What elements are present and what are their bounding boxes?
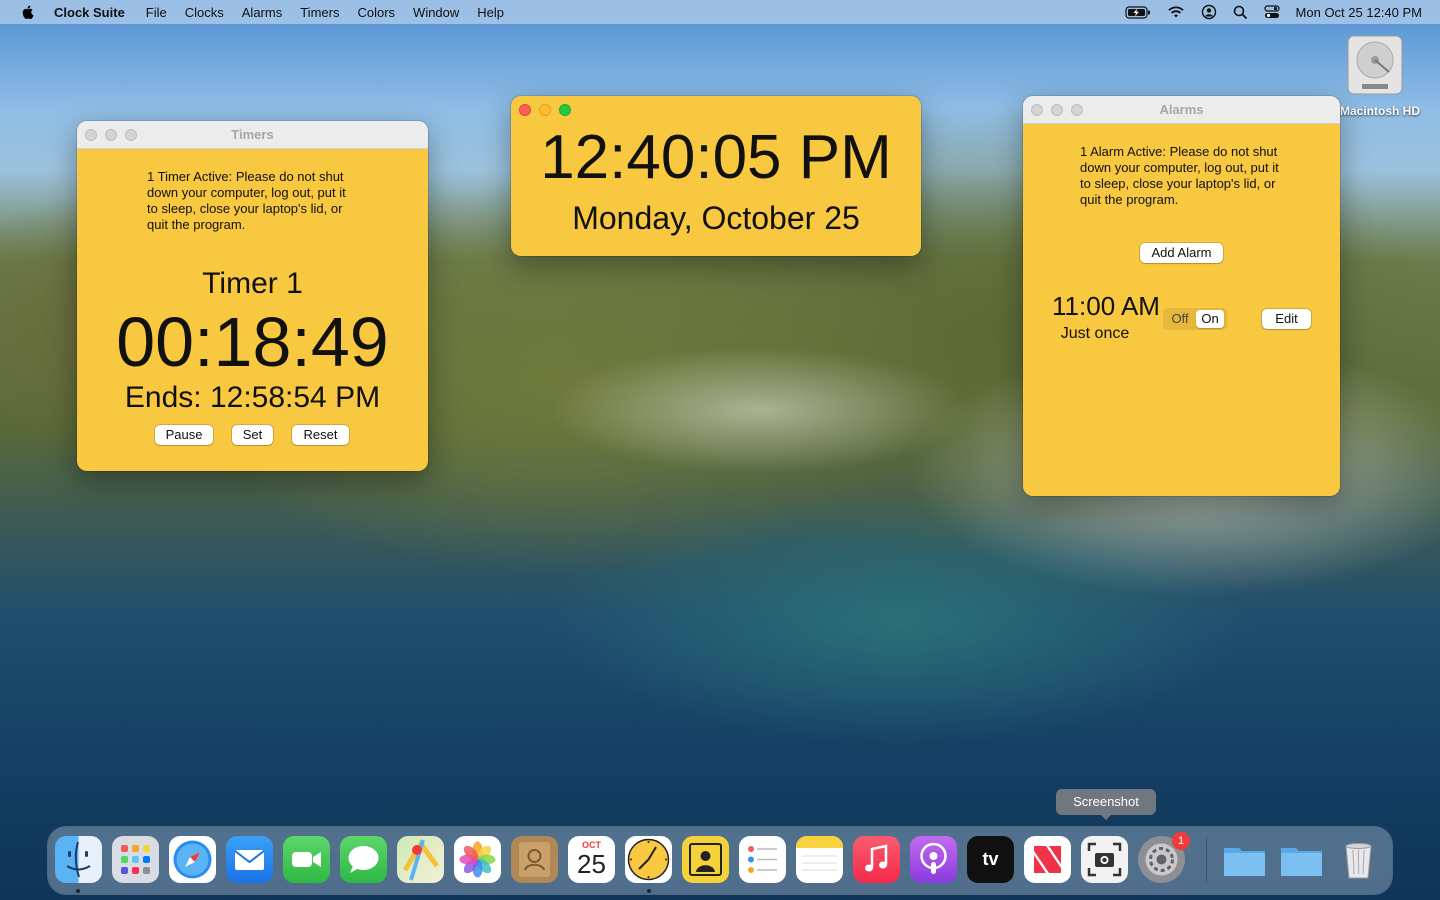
timers-window: Timers 1 Timer Active: Please do not shu… [77, 121, 428, 471]
folder-icon[interactable] [1278, 836, 1325, 883]
hard-disk-label: Macintosh HD [1340, 104, 1421, 118]
mail-icon[interactable] [226, 836, 273, 883]
minimize-button[interactable] [105, 129, 117, 141]
set-button[interactable]: Set [232, 425, 273, 445]
menu-alarms[interactable]: Alarms [242, 5, 282, 20]
current-date: Monday, October 25 [572, 200, 860, 236]
dock-tooltip: Screenshot [1056, 789, 1156, 815]
trash-icon[interactable] [1335, 836, 1382, 883]
podcasts-icon[interactable] [910, 836, 957, 883]
alarm-notice: 1 Alarm Active: Please do not shut down … [1080, 144, 1279, 207]
alarm-toggle-on[interactable]: On [1196, 310, 1224, 328]
pause-button[interactable]: Pause [155, 425, 213, 445]
news-icon[interactable] [1024, 836, 1071, 883]
facetime-icon[interactable] [283, 836, 330, 883]
timers-titlebar[interactable]: Timers [77, 121, 428, 149]
zoom-button[interactable] [1071, 104, 1083, 116]
menu-clocks[interactable]: Clocks [185, 5, 224, 20]
alarm-repeat: Just once [1060, 325, 1130, 342]
zoom-button[interactable] [559, 104, 571, 116]
photo-booth-icon[interactable] [682, 836, 729, 883]
alarm-time: 11:00 AM [1052, 291, 1160, 321]
alarm-toggle[interactable]: Off On [1163, 308, 1227, 330]
close-button[interactable] [1031, 104, 1043, 116]
calendar-day: 25 [577, 849, 606, 879]
close-button[interactable] [85, 129, 97, 141]
wifi-icon[interactable] [1167, 5, 1185, 19]
window-title: Timers [231, 127, 274, 142]
minimize-button[interactable] [1051, 104, 1063, 116]
alarms-window: Alarms 1 Alarm Active: Please do not shu… [1023, 96, 1340, 496]
alarms-titlebar[interactable]: Alarms [1023, 96, 1340, 124]
contacts-icon[interactable] [511, 836, 558, 883]
menu-bar: Clock Suite File Clocks Alarms Timers Co… [0, 0, 1440, 24]
status-area: Mon Oct 25 12:40 PM [1109, 0, 1422, 24]
zoom-button[interactable] [125, 129, 137, 141]
timer-notice: 1 Timer Active: Please do not shut down … [147, 169, 346, 232]
edit-alarm-button[interactable]: Edit [1262, 309, 1311, 329]
current-time: 12:40:05 PM [540, 123, 892, 192]
reminders-icon[interactable] [739, 836, 786, 883]
apple-menu-icon[interactable] [20, 4, 36, 20]
notes-icon[interactable] [796, 836, 843, 883]
minimize-button[interactable] [539, 104, 551, 116]
user-icon[interactable] [1201, 4, 1217, 20]
alarm-toggle-off[interactable]: Off [1166, 308, 1194, 330]
window-controls [1031, 104, 1083, 116]
window-controls [519, 104, 571, 116]
battery-icon[interactable] [1124, 5, 1151, 19]
messages-icon[interactable] [340, 836, 387, 883]
notification-badge: 1 [1172, 832, 1190, 850]
apple-tv-icon[interactable]: tv [967, 836, 1014, 883]
screenshot-icon[interactable] [1081, 836, 1128, 883]
dock-separator [1206, 837, 1207, 883]
music-icon[interactable] [853, 836, 900, 883]
window-controls [85, 129, 137, 141]
hard-disk-icon[interactable] [1346, 34, 1404, 96]
photos-icon[interactable] [454, 836, 501, 883]
clock-suite-icon[interactable] [625, 836, 672, 883]
control-center-icon[interactable] [1263, 5, 1280, 19]
tooltip-arrow [1100, 814, 1112, 820]
clock-window: 12:40:05 PM Monday, October 25 [511, 96, 921, 256]
running-indicator [647, 889, 651, 893]
apple-tv-label: tv [982, 849, 999, 869]
dock: OCT 25 tv 1 [48, 827, 1392, 894]
search-icon[interactable] [1233, 5, 1248, 20]
timer-ends: Ends: 12:58:54 PM [124, 381, 381, 414]
menu-window[interactable]: Window [413, 5, 459, 20]
launchpad-icon[interactable] [112, 836, 159, 883]
timer-name: Timer 1 [202, 267, 303, 300]
reset-button[interactable]: Reset [292, 425, 349, 445]
menubar-clock[interactable]: Mon Oct 25 12:40 PM [1296, 5, 1422, 20]
menu-help[interactable]: Help [477, 5, 504, 20]
finder-icon[interactable] [55, 836, 102, 883]
menu-file[interactable]: File [146, 5, 167, 20]
close-button[interactable] [519, 104, 531, 116]
menu-colors[interactable]: Colors [357, 5, 395, 20]
maps-icon[interactable] [397, 836, 444, 883]
running-indicator [76, 889, 80, 893]
app-menu[interactable]: Clock Suite [54, 5, 125, 20]
timer-remaining: 00:18:49 [116, 303, 389, 381]
add-alarm-button[interactable]: Add Alarm [1140, 243, 1223, 263]
window-title: Alarms [1159, 102, 1204, 117]
menu-timers[interactable]: Timers [300, 5, 339, 20]
folder-icon[interactable] [1221, 836, 1268, 883]
safari-icon[interactable] [169, 836, 216, 883]
calendar-icon[interactable]: OCT 25 [568, 836, 615, 883]
